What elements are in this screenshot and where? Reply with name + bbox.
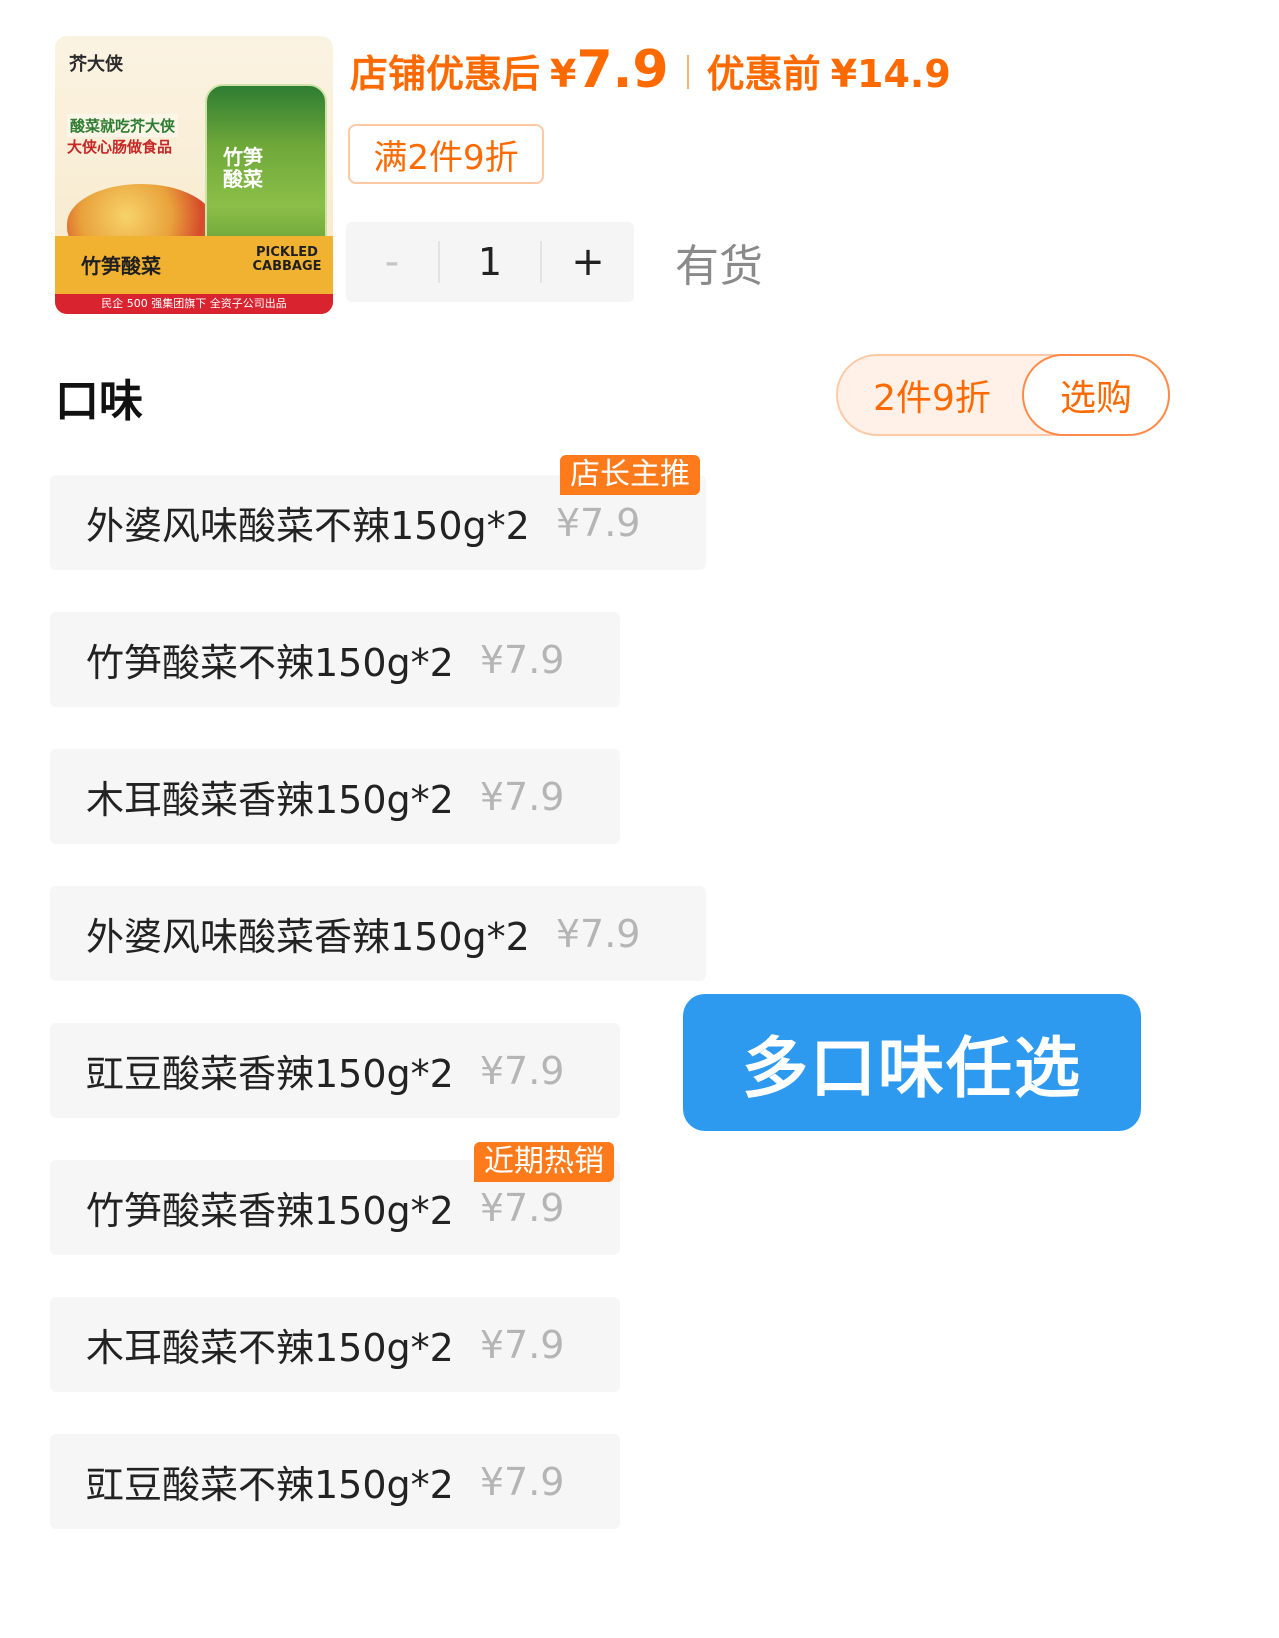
flavor-name: 外婆风味酸菜不辣150g*2 (86, 504, 530, 548)
deal-text: 2件9折 (873, 378, 991, 419)
flavor-price: ¥7.9 (479, 1459, 565, 1504)
flavor-section-title: 口味 (55, 376, 143, 427)
flavor-price: ¥7.9 (479, 1048, 565, 1093)
flavor-option[interactable]: 木耳酸菜香辣150g*2 ¥7.9 (50, 749, 620, 844)
increase-button[interactable]: + (542, 239, 634, 285)
quantity-value[interactable]: 1 (440, 240, 540, 284)
quantity-stepper: - 1 + (346, 222, 634, 302)
flavor-name: 木耳酸菜不辣150g*2 (86, 1326, 454, 1370)
flavor-name: 豇豆酸菜香辣150g*2 (86, 1052, 454, 1096)
flavor-option[interactable]: 外婆风味酸菜香辣150g*2 ¥7.9 (50, 886, 706, 981)
flavor-price: ¥7.9 (479, 1322, 565, 1367)
product-name-en: PICKLED CABBAGE (252, 245, 322, 274)
discount-price: 7.9 (576, 40, 669, 100)
flavor-option[interactable]: 竹笋酸菜不辣150g*2 ¥7.9 (50, 612, 620, 707)
price-divider (686, 55, 689, 89)
multi-flavor-banner: 多口味任选 (683, 994, 1141, 1131)
flavor-option[interactable]: 木耳酸菜不辣150g*2 ¥7.9 (50, 1297, 620, 1392)
select-button[interactable]: 选购 (1022, 354, 1170, 436)
badge-hot-seller: 近期热销 (474, 1142, 614, 1182)
flavor-price: ¥7.9 (479, 637, 565, 682)
flavor-name: 豇豆酸菜不辣150g*2 (86, 1463, 454, 1507)
flavor-price: ¥7.9 (479, 774, 565, 819)
currency-symbol: ¥ (550, 52, 577, 96)
brand-logo-text: 芥大侠 (69, 54, 123, 75)
original-price: ¥14.9 (830, 52, 951, 96)
promo-tag: 满2件9折 (348, 124, 544, 184)
flavor-price: ¥7.9 (555, 500, 641, 545)
original-price-label: 优惠前 (706, 52, 821, 96)
jar-label: 竹笋酸菜 (223, 145, 263, 191)
deal-pill: 2件9折 选购 (836, 354, 1170, 436)
stock-status: 有货 (675, 241, 763, 292)
flavor-name: 外婆风味酸菜香辣150g*2 (86, 915, 530, 959)
decrease-button[interactable]: - (346, 239, 438, 285)
badge-manager-pick: 店长主推 (560, 455, 700, 495)
company-footer: 民企 500 强集团旗下 全资子公司出品 (55, 294, 333, 314)
price-line: 店铺优惠后 ¥ 7.9 优惠前 ¥14.9 (350, 40, 951, 104)
product-slogan-1: 酸菜就吃芥大侠 (67, 114, 179, 137)
flavor-name: 竹笋酸菜香辣150g*2 (86, 1189, 454, 1233)
flavor-option[interactable]: 豇豆酸菜香辣150g*2 ¥7.9 (50, 1023, 620, 1118)
product-thumbnail[interactable]: 芥大侠 酸菜就吃芥大侠 大侠心肠做食品 竹笋酸菜 竹笋酸菜 PICKLED CA… (55, 36, 333, 314)
product-slogan-2: 大侠心肠做食品 (67, 138, 173, 156)
flavor-name: 木耳酸菜香辣150g*2 (86, 778, 454, 822)
flavor-name: 竹笋酸菜不辣150g*2 (86, 641, 454, 685)
flavor-price: ¥7.9 (555, 911, 641, 956)
flavor-price: ¥7.9 (479, 1185, 565, 1230)
product-name-cn: 竹笋酸菜 (81, 254, 161, 278)
discount-price-label: 店铺优惠后 (350, 52, 541, 96)
flavor-option[interactable]: 豇豆酸菜不辣150g*2 ¥7.9 (50, 1434, 620, 1529)
